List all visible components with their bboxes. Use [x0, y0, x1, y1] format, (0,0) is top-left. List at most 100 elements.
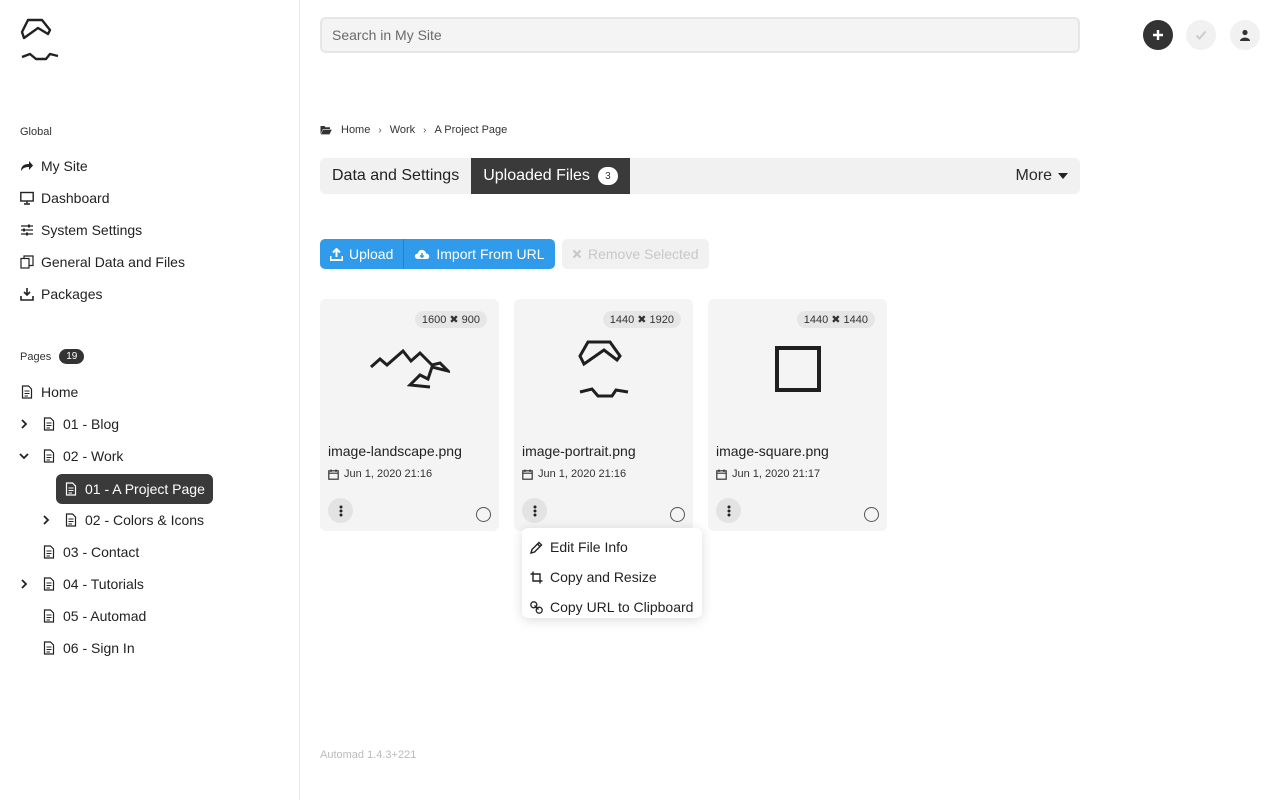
sidebar-item-label: Packages	[41, 286, 103, 302]
upload-icon	[330, 247, 343, 261]
file-select-checkbox[interactable]	[670, 507, 685, 522]
file-date: Jun 1, 2020 21:16	[522, 468, 626, 480]
file-context-menu: Edit File Info Copy and Resize Copy URL …	[522, 528, 702, 618]
sliders-icon	[21, 224, 33, 236]
file-thumbnail[interactable]	[708, 329, 887, 409]
sidebar-item-label: Dashboard	[41, 190, 110, 206]
page-icon	[21, 385, 33, 399]
tab-bar: Data and Settings Uploaded Files 3 More	[320, 158, 1080, 194]
breadcrumb-item-home[interactable]: Home	[341, 124, 370, 136]
user-menu-button[interactable]	[1230, 20, 1260, 50]
file-card[interactable]: 1600 ✖ 900 image-landscape.png Jun 1, 20…	[320, 299, 499, 531]
add-page-button[interactable]	[1143, 20, 1173, 50]
upload-label: Upload	[349, 246, 394, 262]
monitor-icon	[20, 191, 34, 205]
file-menu-button[interactable]	[328, 498, 353, 523]
tab-uploaded-files[interactable]: Uploaded Files 3	[471, 158, 630, 194]
global-label: Global	[20, 126, 52, 138]
automad-logo-icon[interactable]	[20, 16, 60, 64]
file-card[interactable]: 1440 ✖ 1920 image-portrait.png Jun 1, 20…	[514, 299, 693, 531]
chevron-right-icon[interactable]	[41, 515, 51, 525]
import-url-button[interactable]: Import From URL	[403, 239, 555, 269]
page-item-work[interactable]: 02 - Work	[42, 442, 123, 470]
sidebar-item-label: System Settings	[41, 222, 143, 238]
sidebar-item-label: General Data and Files	[41, 254, 185, 270]
page-item-home[interactable]: Home	[20, 378, 78, 406]
menu-item-copy-url[interactable]: Copy URL to Clipboard	[522, 592, 702, 622]
file-card[interactable]: 1440 ✖ 1440 image-square.png Jun 1, 2020…	[708, 299, 887, 531]
sidebar-item-my-site[interactable]: My Site	[20, 154, 88, 178]
page-item-label: 06 - Sign In	[63, 640, 135, 656]
more-dropdown[interactable]: More	[1004, 158, 1080, 194]
menu-item-edit-file-info[interactable]: Edit File Info	[522, 532, 702, 562]
page-icon	[43, 609, 55, 623]
more-vertical-icon	[533, 505, 536, 516]
breadcrumb-separator: ›	[423, 124, 427, 136]
pencil-icon	[530, 541, 543, 554]
page-item-contact[interactable]: 03 - Contact	[42, 538, 139, 566]
file-name: image-portrait.png	[522, 443, 636, 459]
page-item-tutorials[interactable]: 04 - Tutorials	[42, 570, 144, 598]
page-item-label: 01 - Blog	[63, 416, 120, 432]
page-icon	[65, 513, 77, 527]
chevron-right-icon[interactable]	[19, 419, 29, 429]
remove-selected-button[interactable]: Remove Selected	[562, 239, 709, 269]
square-image-icon	[774, 346, 821, 392]
file-thumbnail[interactable]	[514, 329, 693, 409]
sidebar-item-packages[interactable]: Packages	[20, 282, 102, 306]
share-arrow-icon	[21, 161, 33, 171]
chevron-down-icon[interactable]	[19, 451, 29, 461]
sidebar-item-dashboard[interactable]: Dashboard	[20, 186, 110, 210]
page-item-blog[interactable]: 01 - Blog	[42, 410, 119, 438]
import-url-label: Import From URL	[436, 246, 545, 262]
user-icon	[1240, 29, 1250, 41]
file-date-text: Jun 1, 2020 21:17	[732, 468, 821, 480]
page-item-colors-icons[interactable]: 02 - Colors & Icons	[64, 506, 204, 534]
sidebar-item-general-data[interactable]: General Data and Files	[20, 250, 185, 274]
chevron-right-icon[interactable]	[19, 579, 29, 589]
page-item-label: 04 - Tutorials	[63, 576, 144, 592]
breadcrumb-item-work[interactable]: Work	[390, 124, 415, 136]
image-dimensions-badge: 1600 ✖ 900	[414, 311, 487, 328]
tab-data-settings[interactable]: Data and Settings	[320, 158, 471, 194]
landscape-image-icon	[369, 349, 450, 389]
file-menu-button[interactable]	[522, 498, 547, 523]
portrait-image-icon	[577, 340, 628, 398]
page-item-a-project-page[interactable]: 01 - A Project Page	[56, 474, 213, 504]
menu-item-label: Copy URL to Clipboard	[550, 599, 694, 615]
main-content: Home › Work › A Project Page Data and Se…	[300, 0, 1280, 800]
file-select-checkbox[interactable]	[476, 507, 491, 522]
file-date-text: Jun 1, 2020 21:16	[344, 468, 433, 480]
menu-item-label: Edit File Info	[550, 539, 628, 555]
pages-count-badge: 19	[59, 349, 85, 364]
more-vertical-icon	[339, 505, 342, 516]
file-select-checkbox[interactable]	[864, 507, 879, 522]
breadcrumb-separator: ›	[378, 124, 382, 136]
search-input[interactable]	[320, 17, 1080, 53]
sidebar-item-system-settings[interactable]: System Settings	[20, 218, 142, 242]
more-vertical-icon	[727, 505, 730, 516]
copy-files-icon	[20, 255, 34, 269]
image-dimensions-badge: 1440 ✖ 1920	[602, 311, 681, 328]
more-label: More	[1015, 167, 1052, 184]
calendar-icon	[716, 469, 727, 480]
link-icon	[530, 600, 543, 614]
cloud-download-icon	[415, 249, 430, 259]
menu-item-copy-resize[interactable]: Copy and Resize	[522, 562, 702, 592]
page-icon	[43, 417, 55, 431]
file-menu-button[interactable]	[716, 498, 741, 523]
image-dimensions-badge: 1440 ✖ 1440	[796, 311, 875, 328]
page-item-automad[interactable]: 05 - Automad	[42, 602, 146, 630]
file-date-text: Jun 1, 2020 21:16	[538, 468, 627, 480]
caret-down-icon	[1058, 173, 1068, 179]
close-icon	[572, 249, 582, 259]
saved-status-button[interactable]	[1186, 20, 1216, 50]
upload-button[interactable]: Upload	[320, 239, 404, 269]
page-item-sign-in[interactable]: 06 - Sign In	[42, 634, 135, 662]
page-item-label: 02 - Work	[63, 448, 124, 464]
file-thumbnail[interactable]	[320, 329, 499, 409]
page-icon	[43, 545, 55, 559]
file-date: Jun 1, 2020 21:17	[716, 468, 820, 480]
file-name: image-square.png	[716, 443, 829, 459]
check-icon	[1195, 30, 1207, 40]
